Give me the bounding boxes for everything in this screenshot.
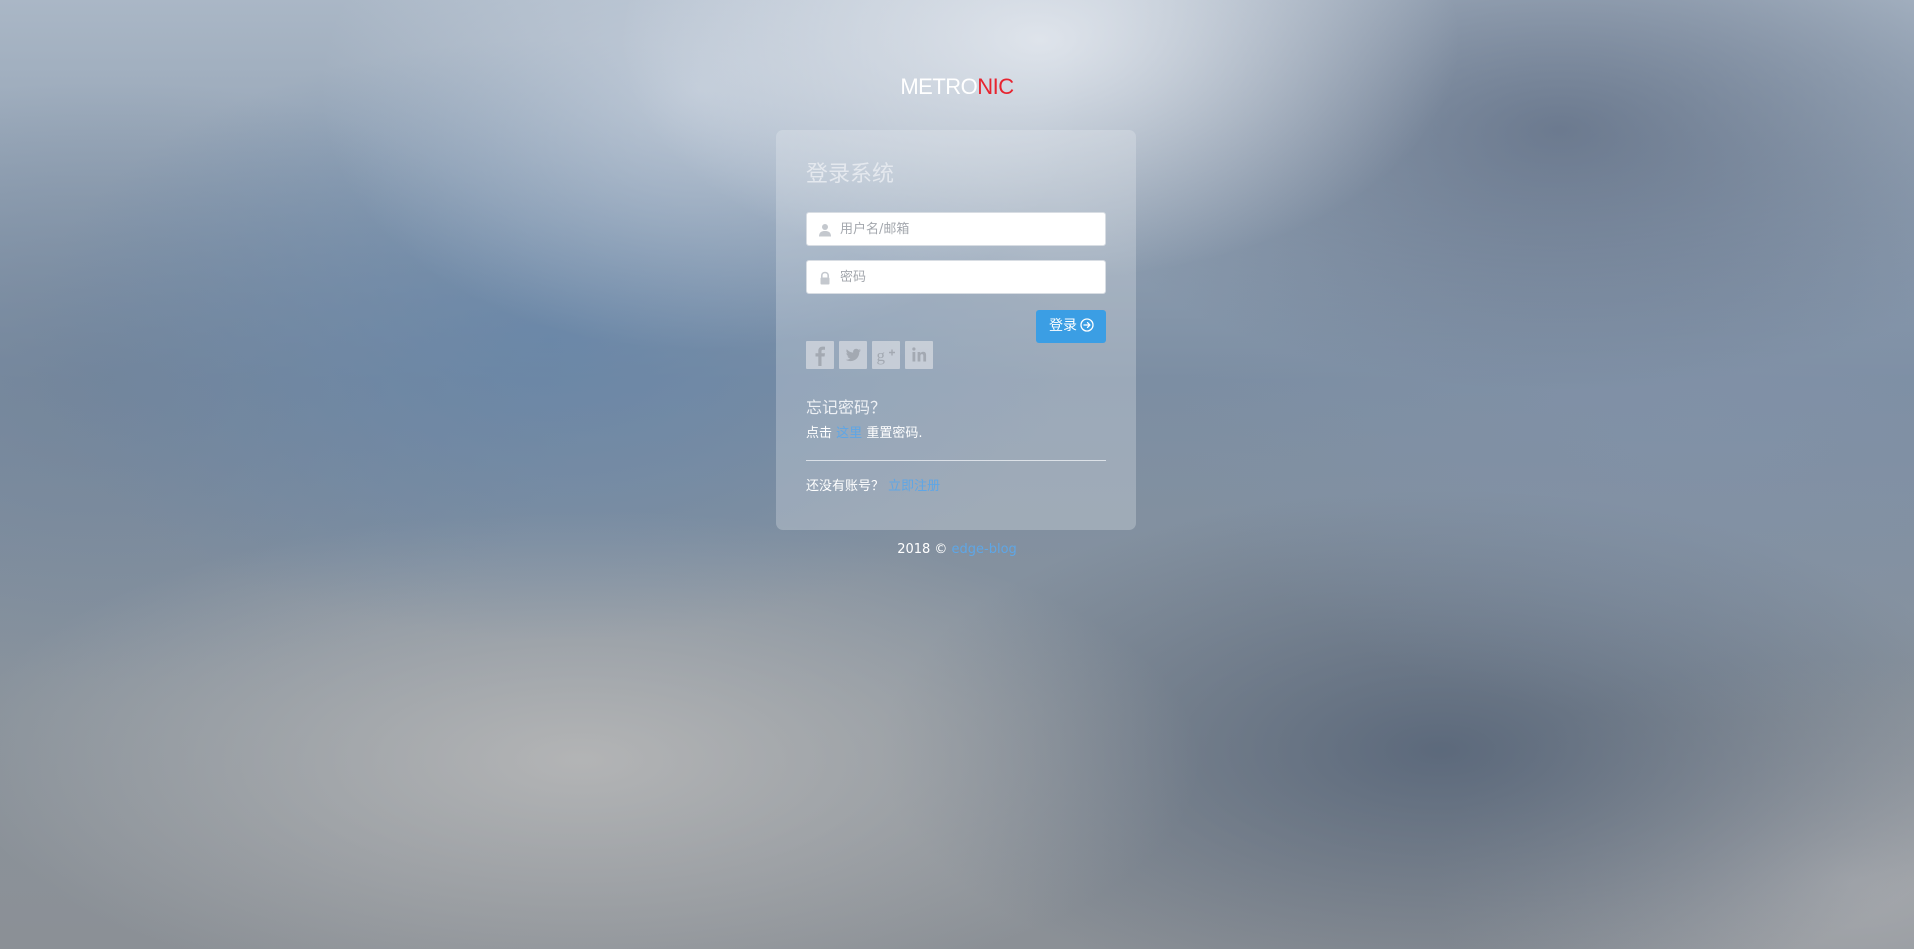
facebook-icon[interactable] <box>806 341 834 369</box>
footer-blog-link[interactable]: edge-blog <box>952 542 1017 557</box>
username-input[interactable] <box>806 212 1106 246</box>
create-account: 还没有账号？ 立即注册 <box>806 478 1106 496</box>
reset-password-link[interactable]: 这里 <box>836 426 862 441</box>
login-button[interactable]: 登录 <box>1036 310 1106 343</box>
twitter-icon[interactable] <box>839 341 867 369</box>
copyright: 2018 © edge-blog <box>0 541 1914 559</box>
arrow-circle-right-icon <box>1080 312 1094 332</box>
forget-prefix: 点击 <box>806 426 833 441</box>
svg-text:g: g <box>877 346 886 365</box>
lock-icon <box>818 270 832 285</box>
forget-suffix: 重置密码. <box>866 426 923 441</box>
copyright-year: 2018 © <box>897 542 948 557</box>
password-group <box>806 260 1106 294</box>
forget-password-text: 点击 这里 重置密码. <box>806 425 1106 443</box>
user-icon <box>818 222 832 237</box>
logo-part-nic: NIC <box>977 74 1014 99</box>
googleplus-icon[interactable]: g <box>872 341 900 369</box>
logo-part-metro: METRO <box>900 74 978 99</box>
register-prefix: 还没有账号？ <box>806 479 885 494</box>
logo[interactable]: METRONIC <box>0 72 1914 102</box>
forget-password-title: 忘记密码？ <box>806 398 887 417</box>
register-link[interactable]: 立即注册 <box>888 479 940 494</box>
linkedin-icon[interactable] <box>905 341 933 369</box>
form-title: 登录系统 <box>806 162 895 187</box>
form-actions: 登录 <box>806 310 1106 343</box>
login-button-label: 登录 <box>1049 318 1077 334</box>
social-login-icons: g <box>806 341 1106 369</box>
password-input[interactable] <box>806 260 1106 294</box>
divider <box>806 460 1106 461</box>
login-form-card: 登录系统 登录 <box>776 130 1136 530</box>
username-group <box>806 212 1106 246</box>
